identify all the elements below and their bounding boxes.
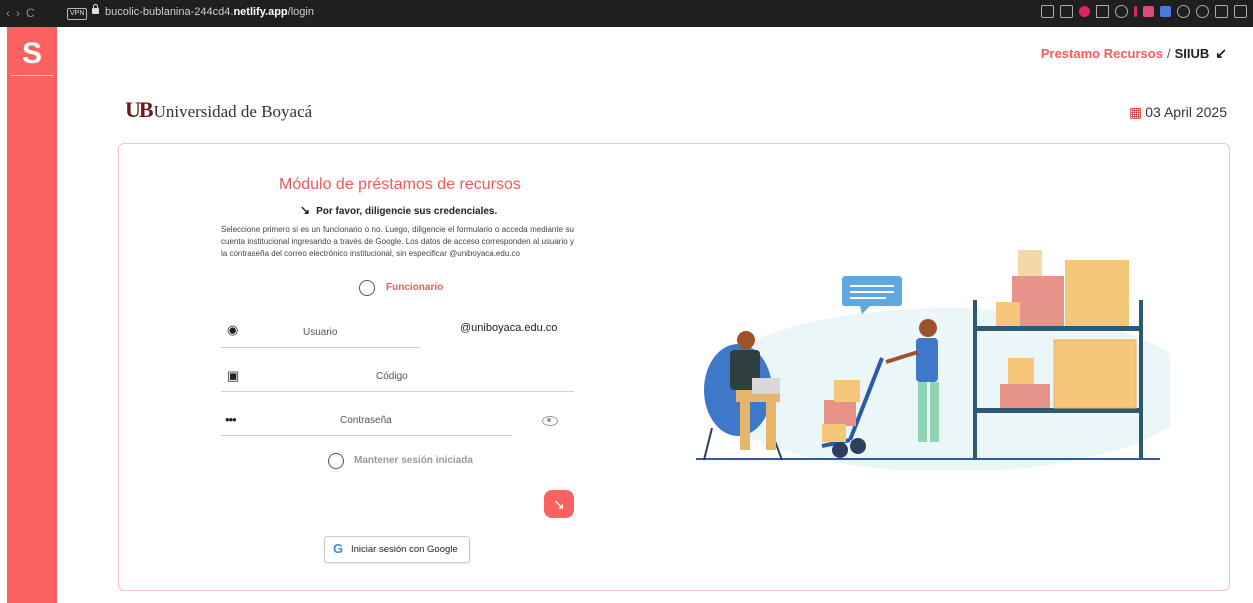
google-icon: G xyxy=(333,541,344,556)
username-underline xyxy=(221,347,420,348)
university-logo-text: Universidad de Boyacá xyxy=(153,102,313,121)
address-bar[interactable]: bucolic-bublanina-244cd4.netlify.app/log… xyxy=(105,6,314,18)
codigo-underline xyxy=(221,391,574,392)
university-logo: UB Universidad de Boyacá xyxy=(125,97,312,123)
url-path: /login xyxy=(287,6,314,18)
profile-icon[interactable] xyxy=(1196,5,1209,18)
browser-nav-icons[interactable]: ‹›C xyxy=(6,6,41,20)
screenshot-icon[interactable] xyxy=(1060,5,1073,18)
password-field[interactable]: Contraseña xyxy=(340,415,392,426)
play-icon[interactable] xyxy=(1096,5,1109,18)
divider-icon xyxy=(1134,6,1137,17)
page-title: Módulo de préstamos de recursos xyxy=(279,176,521,193)
arrow-down-right-icon: ↘ xyxy=(300,203,311,217)
breadcrumb-current: SIIUB xyxy=(1174,46,1210,61)
browser-bar: ‹›C VPN bucolic-bublanina-244cd4.netlify… xyxy=(0,0,1253,27)
domain-suffix: @uniboyaca.edu.co xyxy=(460,322,558,334)
google-signin-label: Iniciar sesión con Google xyxy=(351,544,458,555)
login-subtitle: ↘ Por favor, diligencie sus credenciales. xyxy=(300,203,497,217)
date-text: 03 April 2025 xyxy=(1145,104,1227,120)
browser-extensions xyxy=(1041,5,1247,18)
keep-session-label[interactable]: Mantener sesión iniciada xyxy=(354,455,473,466)
funcionario-label[interactable]: Funcionario xyxy=(386,282,443,293)
sidebar-divider xyxy=(11,75,53,76)
menu-icon[interactable] xyxy=(1234,5,1247,18)
user-circle-icon: ◉ xyxy=(227,322,239,337)
funcionario-radio[interactable] xyxy=(359,280,375,296)
heart-icon[interactable] xyxy=(1115,5,1128,18)
breadcrumb: Prestamo Recursos / SIIUB ↙ xyxy=(1041,45,1227,62)
url-prefix: bucolic-bublanina-244cd4. xyxy=(105,6,234,18)
google-signin-button[interactable]: G Iniciar sesión con Google xyxy=(324,536,470,563)
collapse-arrow-icon[interactable]: ↙ xyxy=(1215,45,1227,61)
show-password-eye-icon[interactable] xyxy=(542,416,558,426)
id-card-icon: ▣ xyxy=(227,368,240,383)
university-logo-mark: UB xyxy=(125,97,154,122)
puzzle-icon[interactable] xyxy=(1177,5,1190,18)
password-dots-icon: ••• xyxy=(225,412,237,427)
breadcrumb-separator: / xyxy=(1166,46,1171,61)
share-icon[interactable] xyxy=(1041,5,1054,18)
warehouse-illustration xyxy=(696,250,1170,470)
keep-session-radio[interactable] xyxy=(328,453,344,469)
brave-shield-icon[interactable] xyxy=(1079,6,1090,17)
login-instructions: Seleccione primero si es un funcionario … xyxy=(221,225,574,258)
vpn-badge[interactable]: VPN xyxy=(67,8,88,20)
subtitle-text: Por favor, diligencie sus credenciales. xyxy=(316,206,498,217)
codigo-field[interactable]: Código xyxy=(376,371,408,382)
download-icon[interactable] xyxy=(1215,5,1228,18)
lock-icon[interactable] xyxy=(92,4,99,14)
extension-pink-icon[interactable] xyxy=(1143,6,1154,17)
username-field[interactable]: Usuario xyxy=(303,327,337,338)
password-underline xyxy=(221,435,512,436)
calendar-icon: ▦ xyxy=(1129,104,1143,120)
url-domain: netlify.app xyxy=(233,6,288,18)
extension-blue-icon[interactable] xyxy=(1160,6,1171,17)
arrow-down-right-icon: ↘ xyxy=(553,496,565,512)
sidebar: S xyxy=(7,27,57,603)
app-logo[interactable]: S xyxy=(17,37,47,71)
submit-button[interactable]: ↘ xyxy=(544,490,574,518)
breadcrumb-parent[interactable]: Prestamo Recursos xyxy=(1041,46,1163,61)
current-date: ▦ 03 April 2025 xyxy=(1129,104,1227,121)
